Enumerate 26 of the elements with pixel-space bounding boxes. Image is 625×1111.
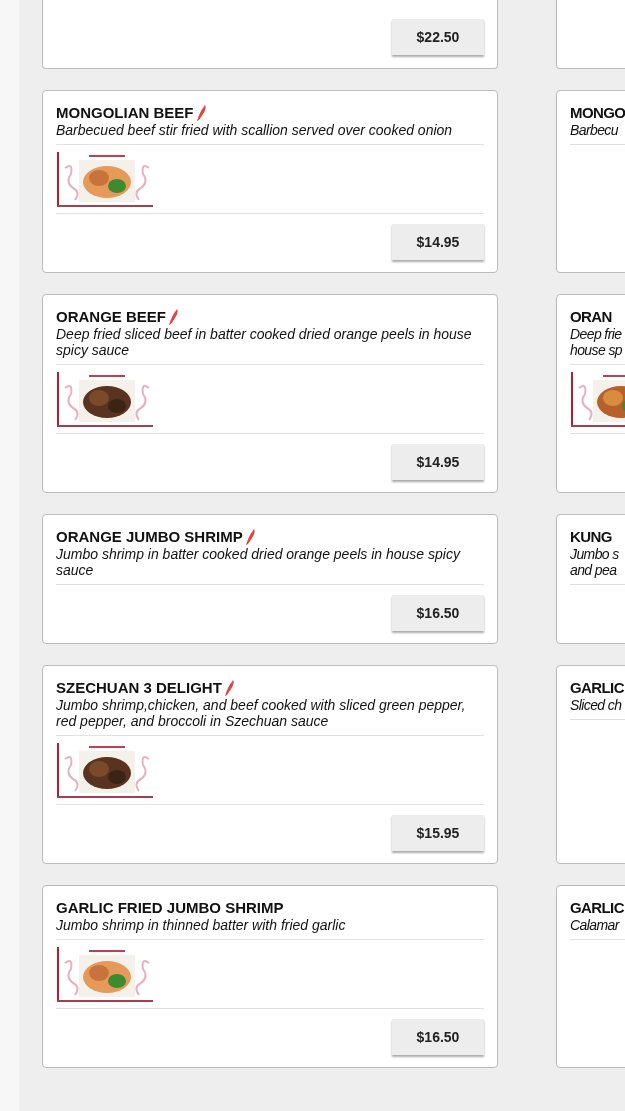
dish-name: GARLIC [570,899,624,917]
dish-name: ORAN [570,308,612,326]
dish-name: KUNG [570,528,612,546]
price-button[interactable]: $14.95 [392,224,484,260]
price-button[interactable]: $16.50 [392,1019,484,1055]
price-button[interactable]: $14.95 [392,444,484,480]
dish-description: Sliced ch [570,697,623,713]
dish-name: ORANGE BEEF [56,308,166,326]
dish-description: Jumbo shrimp in batter cooked dried orange peels in house spicy sauce [56,546,462,578]
price-button[interactable]: $22.50 [392,19,484,55]
dish-description: Jumbo shrimp in thinned batter with fried garlic [56,917,347,933]
dish-description: Jumbo s and pea [570,546,620,578]
dish-description: Barbecu [570,122,620,138]
dish-description: Jumbo shrimp,chicken, and beef cooked with sliced green pepper, red pepper, and broccoli in Szechuan sauce [56,697,467,729]
dish-name: MONGOLIAN BEEF [56,104,194,122]
dish-description: Deep fried sliced beef in batter cooked dried orange peels in house spicy sauce [56,326,473,358]
price-button[interactable]: $15.95 [392,815,484,851]
dish-description: Calamar [570,917,621,933]
dish-name: ORANGE JUMBO SHRIMP [56,528,243,546]
dish-description: Deep frie house sp [570,326,624,358]
dish-name: SZECHUAN 3 DELIGHT [56,679,222,697]
dish-name: GARLIC FRIED JUMBO SHRIMP [56,899,284,917]
dish-name: GARLIC [570,679,624,697]
price-button[interactable]: $16.50 [392,595,484,631]
dish-description: Barbecued beef stir fried with scallion served over cooked onion [56,122,454,138]
dish-name: MONGO [570,104,625,122]
